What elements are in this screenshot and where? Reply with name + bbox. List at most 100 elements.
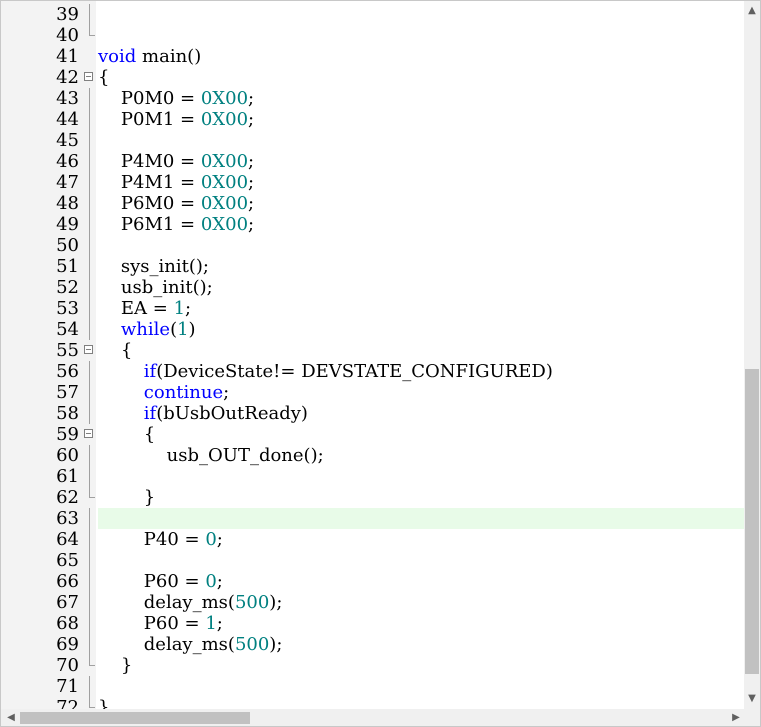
- number-token: 1: [173, 298, 186, 319]
- code-line[interactable]: 69 delay_ms(500);: [1, 634, 746, 655]
- fold-guide: [89, 193, 90, 214]
- code-line[interactable]: 40: [1, 25, 746, 46]
- scroll-down-arrow-icon[interactable]: ▼: [744, 691, 760, 707]
- code-text[interactable]: P4M1 = 0X00;: [98, 172, 254, 193]
- code-line[interactable]: 55 {: [1, 340, 746, 361]
- line-number: 64: [56, 529, 79, 550]
- code-line[interactable]: 71: [1, 676, 746, 697]
- fold-guide: [89, 571, 90, 592]
- line-number: 66: [56, 571, 79, 592]
- code-text[interactable]: while(1): [98, 319, 196, 340]
- code-line[interactable]: 67 delay_ms(500);: [1, 592, 746, 613]
- line-number: 56: [56, 361, 79, 382]
- fold-guide: [89, 172, 90, 193]
- code-text[interactable]: delay_ms(500);: [98, 634, 283, 655]
- code-text[interactable]: {: [98, 424, 155, 445]
- code-line[interactable]: 66 P60 = 0;: [1, 571, 746, 592]
- code-token: usb_OUT_done();: [98, 445, 324, 466]
- fold-collapse-icon[interactable]: [84, 345, 93, 354]
- code-line[interactable]: 41 void main(): [1, 46, 746, 67]
- code-text[interactable]: usb_init();: [98, 277, 213, 298]
- line-number: 68: [56, 613, 79, 634]
- code-text[interactable]: EA = 1;: [98, 298, 191, 319]
- code-line[interactable]: 61: [1, 466, 746, 487]
- code-line[interactable]: 52 usb_init();: [1, 277, 746, 298]
- code-line[interactable]: 42 {: [1, 67, 746, 88]
- code-line[interactable]: 64 P40 = 0;: [1, 529, 746, 550]
- code-text[interactable]: void main(): [98, 46, 201, 67]
- code-text[interactable]: P6M1 = 0X00;: [98, 214, 254, 235]
- vertical-scroll-thumb[interactable]: [745, 369, 759, 674]
- code-line[interactable]: 53 EA = 1;: [1, 298, 746, 319]
- code-line[interactable]: 51 sys_init();: [1, 256, 746, 277]
- fold-collapse-icon[interactable]: [84, 429, 93, 438]
- fold-guide: [89, 403, 90, 424]
- code-text[interactable]: sys_init();: [98, 256, 209, 277]
- code-text[interactable]: P0M0 = 0X00;: [98, 88, 254, 109]
- code-line[interactable]: 70 }: [1, 655, 746, 676]
- fold-guide: [89, 592, 90, 613]
- code-token: usb_init();: [98, 277, 213, 298]
- code-line[interactable]: 58 if(bUsbOutReady): [1, 403, 746, 424]
- code-line[interactable]: 43 P0M0 = 0X00;: [1, 88, 746, 109]
- scroll-right-arrow-icon[interactable]: ▶: [728, 710, 744, 726]
- scroll-left-arrow-icon[interactable]: ◀: [3, 710, 19, 726]
- code-text[interactable]: usb_OUT_done();: [98, 445, 324, 466]
- code-token: P6M0 =: [98, 193, 201, 214]
- code-text[interactable]: if(DeviceState!= DEVSTATE_CONFIGURED): [98, 361, 553, 382]
- code-text[interactable]: P0M1 = 0X00;: [98, 109, 254, 130]
- scroll-up-arrow-icon[interactable]: ▲: [744, 3, 760, 19]
- horizontal-scroll-thumb[interactable]: [20, 712, 250, 724]
- code-text[interactable]: }: [98, 655, 132, 676]
- fold-guide: [89, 655, 95, 666]
- code-line[interactable]: 60 usb_OUT_done();: [1, 445, 746, 466]
- keyword-token: void: [98, 46, 137, 67]
- line-number: 44: [56, 109, 79, 130]
- code-line[interactable]: 59 {: [1, 424, 746, 445]
- code-line[interactable]: 68 P60 = 1;: [1, 613, 746, 634]
- code-line[interactable]: 48 P6M0 = 0X00;: [1, 193, 746, 214]
- code-token: ;: [248, 214, 255, 235]
- number-token: 0X00: [200, 109, 249, 130]
- fold-collapse-icon[interactable]: [84, 72, 93, 81]
- code-line[interactable]: 46 P4M0 = 0X00;: [1, 151, 746, 172]
- code-line[interactable]: 57 continue;: [1, 382, 746, 403]
- code-text[interactable]: P60 = 1;: [98, 613, 223, 634]
- number-token: 0X00: [200, 193, 249, 214]
- code-editor[interactable]: 39 40 41 void main() 42{43 P0M0 = 0X00; 44 P0…: [0, 0, 761, 727]
- code-text[interactable]: }: [98, 487, 155, 508]
- vertical-scrollbar[interactable]: ▲ ▼: [744, 1, 760, 711]
- code-line[interactable]: 39: [1, 4, 746, 25]
- code-line[interactable]: 47 P4M1 = 0X00;: [1, 172, 746, 193]
- code-text[interactable]: P40 = 0;: [98, 529, 223, 550]
- fold-guide: [89, 235, 90, 256]
- fold-guide: [89, 697, 95, 708]
- code-text[interactable]: {: [98, 340, 132, 361]
- code-line[interactable]: 65: [1, 550, 746, 571]
- code-line[interactable]: 50: [1, 235, 746, 256]
- code-text[interactable]: {: [98, 67, 109, 88]
- code-line[interactable]: 49 P6M1 = 0X00;: [1, 214, 746, 235]
- fold-guide: [89, 529, 90, 550]
- code-text[interactable]: P6M0 = 0X00;: [98, 193, 254, 214]
- code-line[interactable]: 62 }: [1, 487, 746, 508]
- code-line[interactable]: 63: [1, 508, 746, 529]
- fold-guide: [89, 214, 90, 235]
- line-number: 63: [56, 508, 79, 529]
- code-text[interactable]: if(bUsbOutReady): [98, 403, 308, 424]
- number-token: 1: [205, 613, 217, 634]
- horizontal-scrollbar[interactable]: ◀ ▶: [1, 709, 760, 726]
- code-line[interactable]: 45: [1, 130, 746, 151]
- code-text[interactable]: continue;: [98, 382, 229, 403]
- code-lines[interactable]: 39 40 41 void main() 42{43 P0M0 = 0X00; 44 P0…: [1, 4, 746, 718]
- line-number: 47: [56, 172, 79, 193]
- code-text[interactable]: P60 = 0;: [98, 571, 223, 592]
- code-line[interactable]: 44 P0M1 = 0X00;: [1, 109, 746, 130]
- code-text[interactable]: P4M0 = 0X00;: [98, 151, 254, 172]
- line-number: 50: [56, 235, 79, 256]
- code-line[interactable]: 54 while(1): [1, 319, 746, 340]
- code-line[interactable]: 56 if(DeviceState!= DEVSTATE_CONFIGURED): [1, 361, 746, 382]
- code-text[interactable]: delay_ms(500);: [98, 592, 283, 613]
